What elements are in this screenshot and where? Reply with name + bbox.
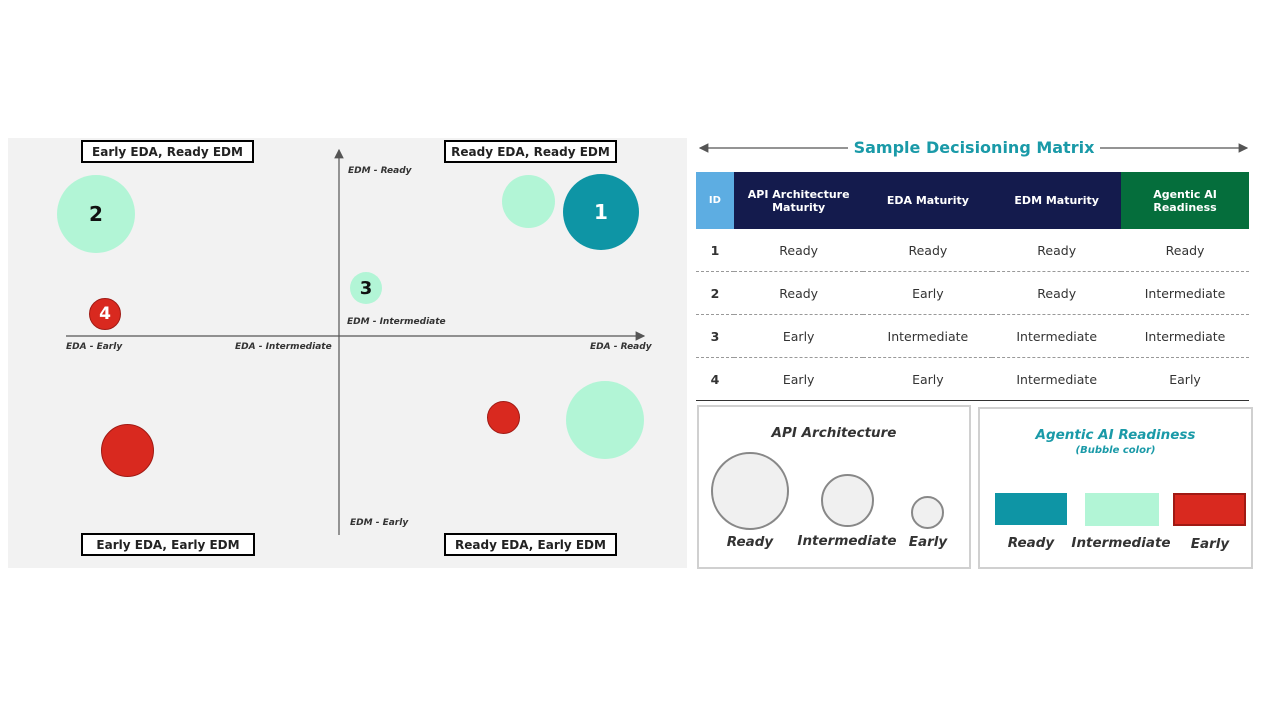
- row-id: 2: [696, 271, 734, 315]
- table-header-row: ID API Architecture Maturity EDA Maturit…: [696, 172, 1249, 229]
- header-id: ID: [696, 172, 734, 229]
- row-edm: Ready: [992, 229, 1122, 272]
- legend-swatch-intermediate: [1085, 493, 1159, 526]
- row-edm: Intermediate: [992, 314, 1122, 358]
- legend-circle-ready: [711, 452, 789, 530]
- legend-agentic-label-early: Early: [1190, 536, 1230, 552]
- matrix-title: Sample Decisioning Matrix: [847, 138, 1101, 157]
- legend-api-title: API Architecture: [771, 425, 897, 441]
- bubble-early-bottom-right: [487, 401, 520, 434]
- legend-agentic-label-intermediate: Intermediate: [1071, 535, 1171, 551]
- legend-api-architecture: API Architecture Ready Intermediate Earl…: [697, 405, 971, 569]
- y-axis-label-intermediate: EDM - Intermediate: [347, 317, 446, 327]
- row-id: 4: [696, 357, 734, 401]
- matrix-title-bar: Sample Decisioning Matrix: [697, 136, 1251, 160]
- table-row: 3 Early Intermediate Intermediate Interm…: [696, 314, 1249, 358]
- legend-circle-intermediate: [821, 474, 874, 527]
- row-api: Early: [733, 314, 864, 358]
- table-row: 4 Early Early Intermediate Early: [696, 357, 1249, 401]
- row-api: Ready: [733, 229, 864, 272]
- row-eda: Early: [863, 271, 993, 315]
- quadrant-label-bottom-right: Ready EDA, Early EDM: [444, 533, 617, 556]
- bubble-4: 4: [89, 298, 121, 330]
- row-agentic: Intermediate: [1121, 271, 1249, 315]
- bubble-1: 1: [563, 174, 639, 250]
- bubble-intermediate-top-right: [502, 175, 555, 228]
- legend-agentic-subtitle: (Bubble color): [1075, 445, 1156, 456]
- header-edm-maturity: EDM Maturity: [992, 172, 1122, 229]
- y-axis-label-ready: EDM - Ready: [348, 166, 412, 176]
- quadrant-diagram: Early EDA, Ready EDM Ready EDA, Ready ED…: [8, 138, 687, 568]
- quadrant-label-bottom-left: Early EDA, Early EDM: [81, 533, 255, 556]
- y-axis-label-early: EDM - Early: [350, 518, 409, 528]
- legend-circle-early: [911, 496, 944, 529]
- row-id: 1: [696, 229, 734, 272]
- row-agentic: Ready: [1121, 229, 1249, 272]
- legend-api-label-ready: Ready: [726, 534, 774, 550]
- bubble-intermediate-bottom-right: [566, 381, 644, 459]
- row-id: 3: [696, 314, 734, 358]
- row-eda: Early: [863, 357, 993, 401]
- legend-swatch-early: [1173, 493, 1246, 526]
- legend-swatch-ready: [995, 493, 1067, 525]
- header-agentic-readiness: Agentic AI Readiness: [1121, 172, 1249, 229]
- x-axis-label-early: EDA - Early: [66, 342, 123, 352]
- legend-api-label-early: Early: [908, 534, 948, 550]
- quadrant-label-top-left: Early EDA, Ready EDM: [81, 140, 254, 163]
- row-api: Ready: [733, 271, 864, 315]
- row-eda: Ready: [863, 229, 993, 272]
- legend-agentic-label-ready: Ready: [1007, 535, 1055, 551]
- table-row: 2 Ready Early Ready Intermediate: [696, 271, 1249, 315]
- row-api: Early: [733, 357, 864, 401]
- bubble-early-bottom-left: [101, 424, 154, 477]
- row-edm: Intermediate: [992, 357, 1122, 401]
- row-agentic: Early: [1121, 357, 1249, 401]
- header-api-maturity: API Architecture Maturity: [733, 172, 864, 229]
- row-edm: Ready: [992, 271, 1122, 315]
- row-eda: Intermediate: [863, 314, 993, 358]
- x-axis-label-ready: EDA - Ready: [590, 342, 652, 352]
- legend-agentic-title: Agentic AI Readiness: [1035, 427, 1196, 443]
- decisioning-matrix-table: ID API Architecture Maturity EDA Maturit…: [696, 172, 1249, 401]
- bubble-3: 3: [350, 272, 382, 304]
- legend-api-label-intermediate: Intermediate: [797, 533, 897, 549]
- row-agentic: Intermediate: [1121, 314, 1249, 358]
- header-eda-maturity: EDA Maturity: [863, 172, 993, 229]
- legend-agentic-readiness: Agentic AI Readiness (Bubble color) Read…: [978, 407, 1253, 569]
- x-axis-label-intermediate: EDA - Intermediate: [235, 342, 332, 352]
- quadrant-label-top-right: Ready EDA, Ready EDM: [444, 140, 617, 163]
- table-row: 1 Ready Ready Ready Ready: [696, 229, 1249, 272]
- bubble-2: 2: [57, 175, 135, 253]
